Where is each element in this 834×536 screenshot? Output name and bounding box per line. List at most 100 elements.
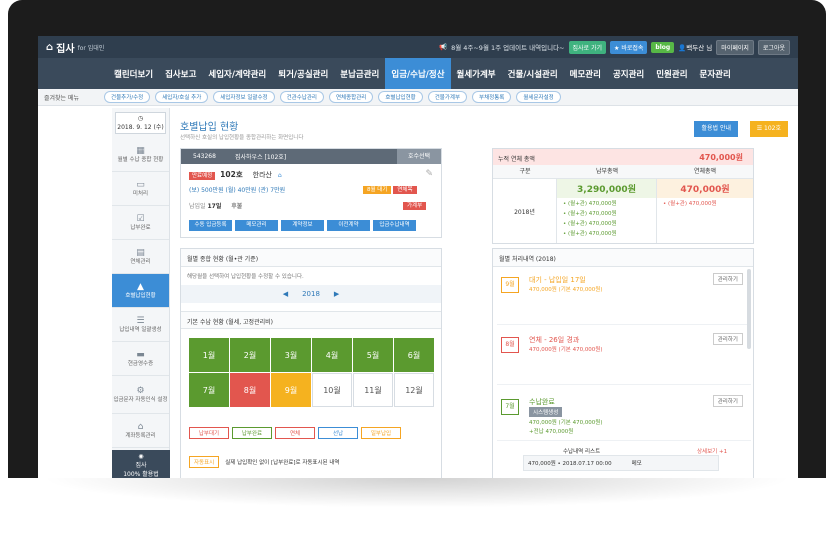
next-year-icon[interactable]: ▶ xyxy=(334,290,339,298)
sidebar-item[interactable]: ⌂ 계좌등록관리 xyxy=(112,414,169,448)
month-cell[interactable]: 5월 xyxy=(353,338,393,372)
notice-area: 📢 8월 4주~9월 1주 업데이트 내역입니다~ 집사로 가기 ★ 바로접속 … xyxy=(439,39,790,55)
quick-menu-pill[interactable]: 세입자정보 일괄수정 xyxy=(213,91,275,103)
receipt-detail-link[interactable]: 상세보기 +1 xyxy=(697,447,727,455)
favorite-menu-label: 즐겨찾는 메뉴 xyxy=(44,94,80,102)
manage-button[interactable]: 관리하기 xyxy=(712,395,743,407)
quick-menu-pill[interactable]: 월세문자설정 xyxy=(516,91,561,103)
edit-icon[interactable]: ✎ xyxy=(425,169,433,179)
sidebar-item[interactable]: ☑ 납부완료 xyxy=(112,206,169,240)
month-cell[interactable]: 12월 xyxy=(394,373,434,407)
month-cell[interactable]: 4월 xyxy=(312,338,352,372)
app-logo[interactable]: ⌂ 집사 for 임대인 xyxy=(46,40,104,55)
paid-items[interactable]: • (월+관) 470,000원 • (월+관) 470,000원 • (월+관) … xyxy=(557,198,656,238)
receipt-value: 470,000원 • 2018.07.17 00:00 xyxy=(528,461,612,467)
home-icon: ⌂ xyxy=(46,41,54,53)
sidebar-item[interactable]: ☰ 납입내역 일괄생성 xyxy=(112,308,169,342)
sidebar-item[interactable]: ▬ 현금영수증 xyxy=(112,342,169,376)
receipt-row[interactable]: 470,000원 • 2018.07.17 00:00 메모 xyxy=(523,455,719,471)
month-cell[interactable]: 11월 xyxy=(353,373,393,407)
summary-body: 2018년 3,290,000원 • (월+관) 470,000원 • (월+관)… xyxy=(493,179,753,243)
nav-item-10[interactable]: 민원관리 xyxy=(650,58,693,89)
logo-text: 집사 xyxy=(56,43,75,55)
wait-tag: 8월 대기 xyxy=(363,186,392,194)
month-cell[interactable]: 7월 xyxy=(189,373,229,407)
paid-total: 3,290,000원 xyxy=(557,179,656,198)
legend-item: 납부완료 xyxy=(232,427,272,439)
month-cell[interactable]: 10월 xyxy=(312,373,352,407)
auto-note-row: 자동표시 실제 납입확인 없이 [납부완료]로 자동표시된 내역 xyxy=(189,456,340,468)
manage-button[interactable]: 관리하기 xyxy=(712,333,743,345)
nav-item-8[interactable]: 메모관리 xyxy=(564,58,607,89)
unit-action-button[interactable]: 입금수납내역 xyxy=(373,220,416,231)
sidebar-item-label: 미처리 xyxy=(132,191,149,198)
mypage-button[interactable]: 마이페이지 xyxy=(716,39,754,55)
nav-item-5[interactable]: 입금/수납/정산 xyxy=(385,58,451,89)
unit-action-button[interactable]: 수동 입금등록 xyxy=(189,220,232,231)
bookmark-button[interactable]: ★ 바로접속 xyxy=(610,40,648,54)
history-scrollbar[interactable] xyxy=(747,269,751,349)
nav-item-1[interactable]: 집사보고 xyxy=(159,58,202,89)
unit-action-button[interactable]: 메모관리 xyxy=(235,220,278,231)
guide-button[interactable]: 활용법 안내 xyxy=(694,121,738,137)
nav-item-2[interactable]: 세입자/계약관리 xyxy=(202,58,272,89)
quick-menu-pill[interactable]: 호별납입현황 xyxy=(378,91,423,103)
sidebar-item[interactable]: ▲ 호별납입현황 xyxy=(112,274,169,308)
sidebar-item[interactable]: ▦ 월별 수납 종합 현황 xyxy=(112,138,169,172)
history-title-text: 연체 - 26일 경과 xyxy=(529,336,580,344)
legend-item: 일부납입 xyxy=(361,427,401,439)
month-cell[interactable]: 6월 xyxy=(394,338,434,372)
unit-action-button[interactable]: 계약정보 xyxy=(281,220,324,231)
ledger-tag-wrap: 가계부 xyxy=(403,201,427,210)
history-item: 9월 대기 - 납입일 17일 470,000원 (기본 470,000원) 관리하기 xyxy=(497,269,751,325)
unit-select-button[interactable]: 호수선택 xyxy=(397,149,441,164)
year-selector: ◀ 2018 ▶ xyxy=(181,285,441,303)
nav-item-7[interactable]: 건물/시설관리 xyxy=(502,58,564,89)
nav-item-0[interactable]: 캘린더보기 xyxy=(108,58,159,89)
nav-item-11[interactable]: 문자관리 xyxy=(694,58,737,89)
legend-item: 선납 xyxy=(318,427,358,439)
month-cell[interactable]: 3월 xyxy=(271,338,311,372)
quick-menu-pill[interactable]: 세입자/호실 추가 xyxy=(155,91,209,103)
checkbox-icon: ☑ xyxy=(136,213,145,224)
sidebar: ◷ 2018. 9. 12 (수) ▦ 월별 수납 종합 현황 ▭ 미처리 ☑ 납부완료 ▤… xyxy=(112,108,170,478)
nav-item-4[interactable]: 분납금관리 xyxy=(334,58,385,89)
update-notice[interactable]: 8월 4주~9월 1주 업데이트 내역입니다~ xyxy=(451,42,564,52)
quick-menu-pill[interactable]: 건물추가/수정 xyxy=(104,91,151,103)
month-cell[interactable]: 2월 xyxy=(230,338,270,372)
nav-item-9[interactable]: 공지관리 xyxy=(607,58,650,89)
ledger-button[interactable]: 가계부 xyxy=(403,202,427,210)
quick-menu-pill[interactable]: 건물가계부 xyxy=(427,91,468,103)
tenant-name[interactable]: 한라산 xyxy=(253,171,272,179)
nav-item-3[interactable]: 퇴거/공실관리 xyxy=(272,58,334,89)
quick-menu-pill[interactable]: 연체종합관리 xyxy=(328,91,374,103)
user-name-text: 백두산 님 xyxy=(686,44,713,52)
unit-badge-button[interactable]: ☰ 102호 xyxy=(749,121,788,137)
main-nav: 캘린더보기 집사보고 세입자/계약관리 퇴거/공실관리 분납금관리 입금/수납/정산 월세가… xyxy=(38,58,798,89)
go-jipsa-button[interactable]: 집사로 가기 xyxy=(568,40,607,54)
pay-day-value: 17일 xyxy=(207,203,222,210)
overdue-items: • (월+관) 470,000원 xyxy=(657,198,753,208)
prev-year-icon[interactable]: ◀ xyxy=(283,290,288,298)
sidebar-guide-banner[interactable]: ◉ 집사 100% 활용법 xyxy=(112,450,170,478)
history-month: 8월 xyxy=(501,337,519,353)
month-cell[interactable]: 9월 xyxy=(271,373,311,407)
logout-button[interactable]: 로그아웃 xyxy=(757,39,790,55)
col-paid: 납부총액 xyxy=(595,168,619,175)
quick-menu-pill[interactable]: 부채정통록 xyxy=(472,91,512,103)
history-title: 월별 처리내역 (2018) xyxy=(493,249,753,267)
blog-button[interactable]: blog xyxy=(651,41,675,53)
manage-button[interactable]: 관리하기 xyxy=(712,273,743,285)
summary-head: 누적 연체 총액 470,000원 xyxy=(493,149,753,165)
page-header: 호별납입 현황 선택하신 호실의 납입현황을 종합관리하는 화면입니다 활용법 … xyxy=(178,108,794,146)
month-cell[interactable]: 1월 xyxy=(189,338,229,372)
nav-item-6[interactable]: 월세가계부 xyxy=(451,58,502,89)
sidebar-item[interactable]: ▭ 미처리 xyxy=(112,172,169,206)
month-cell[interactable]: 8월 xyxy=(230,373,270,407)
col-overdue: 연체총액 xyxy=(693,168,717,175)
sidebar-item[interactable]: ⚙ 입금문자 자동인식 설정 xyxy=(112,376,169,414)
quick-menu-pill[interactable]: 건관수납관리 xyxy=(279,91,324,103)
sidebar-item[interactable]: ▤ 연체관리 xyxy=(112,240,169,274)
sidebar-item-label: 월별 수납 종합 현황 xyxy=(117,157,164,164)
unit-action-button[interactable]: 이전계약 xyxy=(327,220,370,231)
